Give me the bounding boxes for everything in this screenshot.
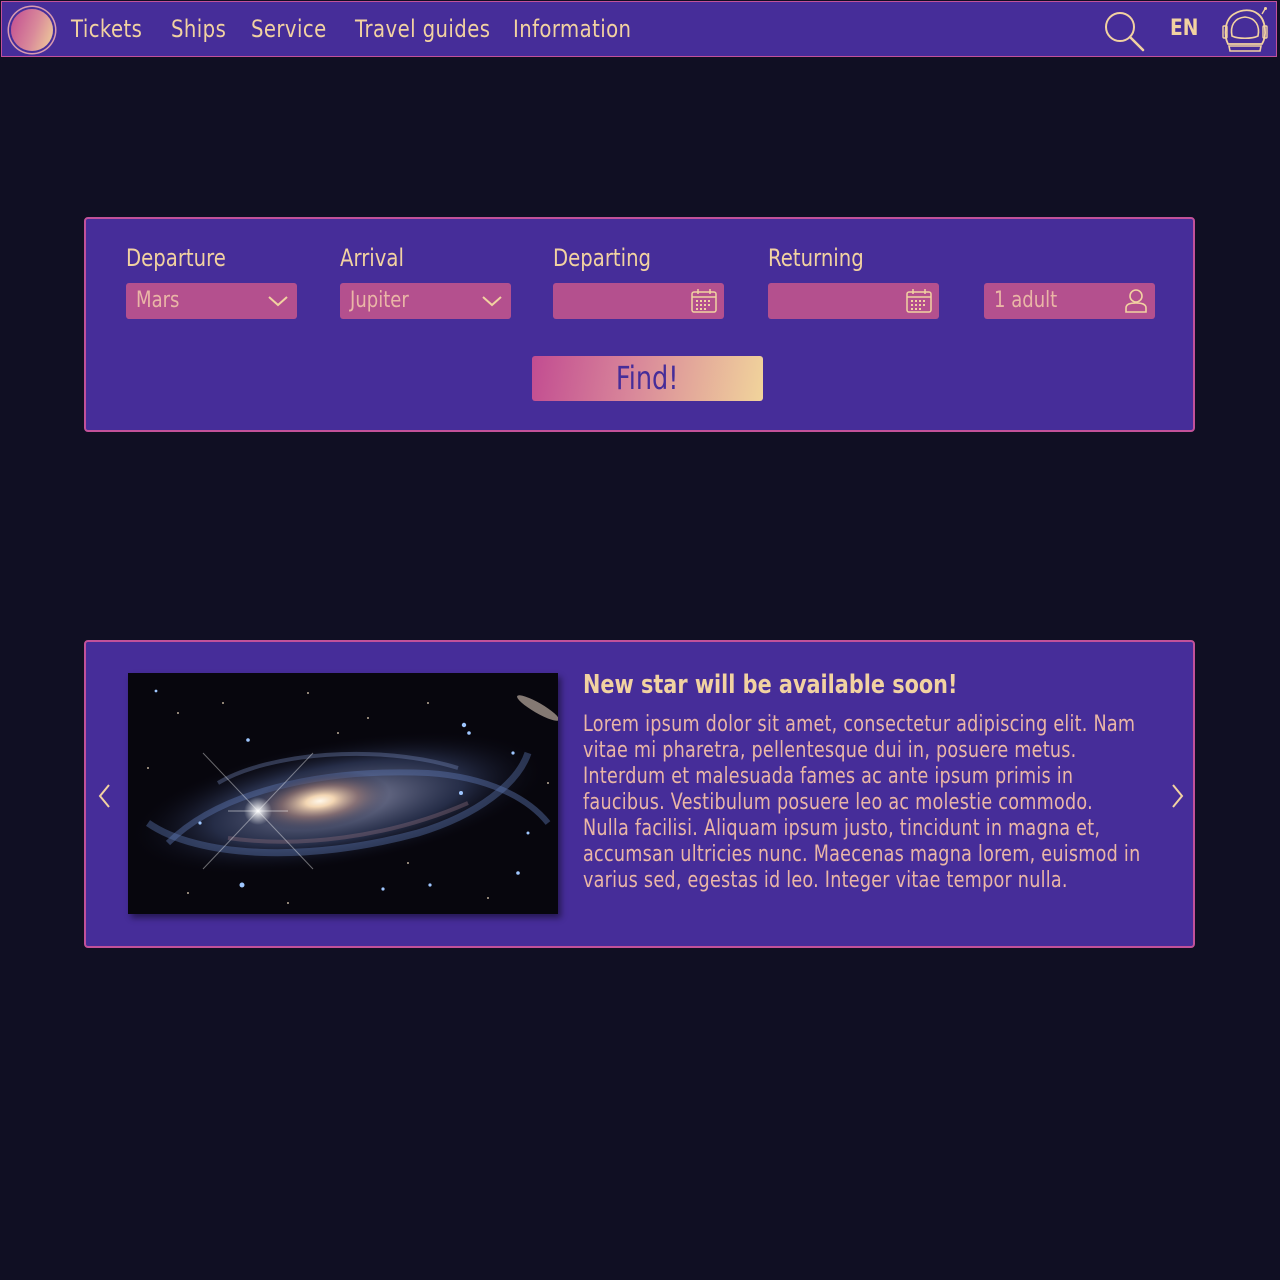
nav-item-tickets[interactable]: Tickets [71,14,142,44]
departure-label: Departure [126,244,226,272]
nav-item-ships[interactable]: Ships [171,14,226,44]
top-nav-bar: Tickets Ships Service Travel guides Info… [1,1,1277,57]
returning-label: Returning [768,244,864,272]
arrival-label: Arrival [340,244,404,272]
chevron-right-icon[interactable] [1168,782,1186,810]
arrival-select[interactable]: Jupiter [340,283,511,319]
news-carousel: New star will be available soon! Lorem i… [84,640,1195,948]
departure-value: Mars [136,288,180,313]
nav-item-travel-guides[interactable]: Travel guides [355,14,490,44]
chevron-down-icon [482,296,502,307]
astronaut-helmet-icon[interactable] [1220,6,1270,54]
departing-date-field[interactable] [553,283,724,319]
calendar-icon[interactable] [690,288,718,314]
nav-item-service[interactable]: Service [251,14,327,44]
find-button-label: Find! [616,359,679,397]
person-icon [1125,289,1147,313]
arrival-value: Jupiter [350,288,409,313]
returning-date-field[interactable] [768,283,939,319]
planet-logo[interactable] [11,9,53,51]
passengers-value: 1 adult [994,288,1058,313]
news-body: Lorem ipsum dolor sit amet, consectetur … [583,712,1141,893]
ticket-search-form: Departure Arrival Departing Returning Ma… [84,217,1195,432]
departing-label: Departing [553,244,652,272]
passengers-select[interactable]: 1 adult [984,283,1155,319]
chevron-left-icon[interactable] [96,782,114,810]
calendar-icon[interactable] [905,288,933,314]
departure-select[interactable]: Mars [126,283,297,319]
find-button[interactable]: Find! [532,356,763,401]
nav-item-information[interactable]: Information [513,14,631,44]
search-icon[interactable] [1102,9,1146,53]
spiral-galaxy-photo [128,673,558,914]
chevron-down-icon [268,296,288,307]
language-selector[interactable]: EN [1170,16,1198,41]
news-title: New star will be available soon! [583,670,958,700]
